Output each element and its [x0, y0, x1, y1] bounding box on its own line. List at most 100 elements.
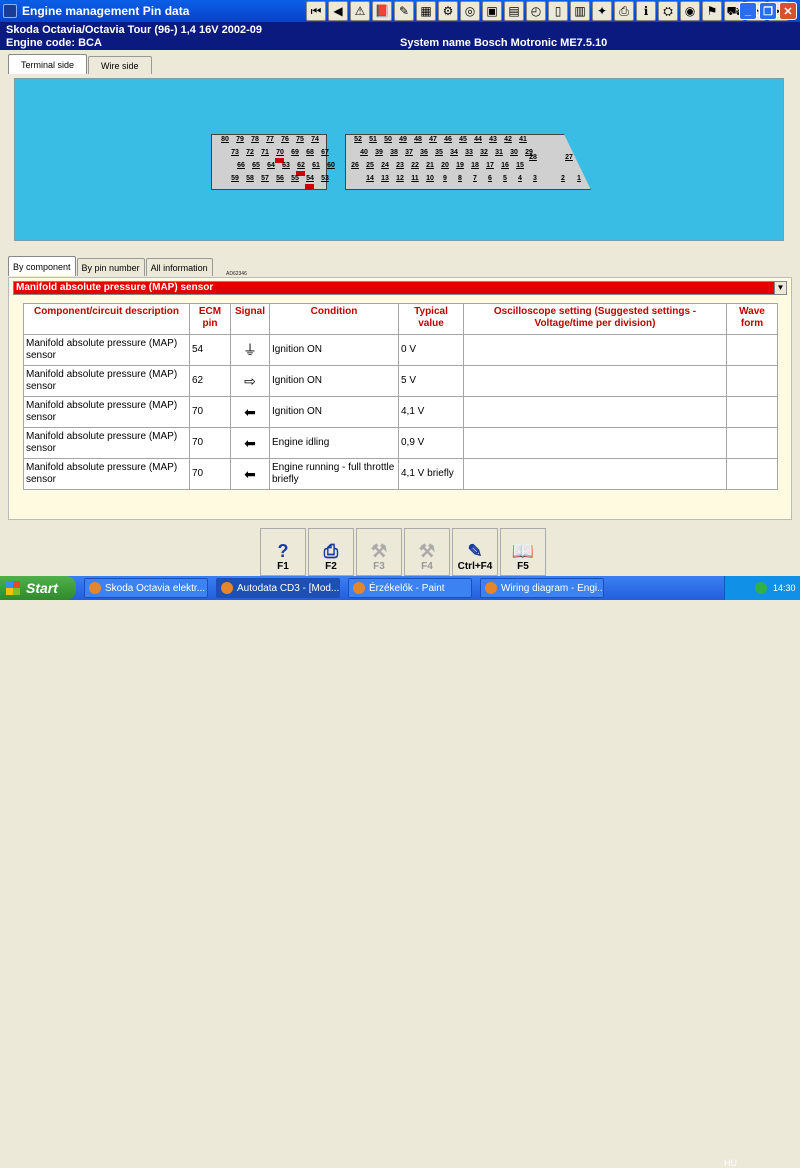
table-row[interactable]: Manifold absolute pressure (MAP) sensor 5…	[24, 335, 777, 365]
engine-icon[interactable]: ⛭	[658, 1, 678, 21]
tab-by-component[interactable]: By component	[8, 256, 76, 276]
view-tabs: Terminal side Wire side	[8, 54, 153, 74]
fkey-f1-button[interactable]: ? F1	[260, 528, 306, 576]
connector-pin: 80	[221, 136, 229, 143]
tab-terminal-side[interactable]: Terminal side	[8, 54, 88, 74]
tray-icon[interactable]	[755, 582, 767, 594]
component-selected-value: Manifold absolute pressure (MAP) sensor	[16, 282, 214, 293]
pen-icon[interactable]: ✎	[394, 1, 414, 21]
typical-value-cell: 0 V	[399, 335, 463, 365]
input-arrow-icon: ⬅	[244, 435, 256, 451]
fkey-f2-button[interactable]: ⎙ F2	[308, 528, 354, 576]
typical-value-cell: 0,9 V	[399, 428, 463, 458]
fkey-f3-button: ⚒ F3	[356, 528, 402, 576]
task-label: Érzékelők - Paint	[369, 582, 445, 594]
connector-pin: 62	[297, 162, 305, 169]
oscilloscope-cell	[464, 397, 726, 427]
taskbar-task-button[interactable]: Autodata CD3 - [Mod...	[216, 578, 340, 598]
signal-cell: ⇨	[231, 366, 269, 396]
tab-all-information[interactable]: All information	[145, 258, 213, 276]
component-dropdown[interactable]: Manifold absolute pressure (MAP) sensor …	[13, 281, 787, 295]
restore-button[interactable]: ❐	[759, 2, 777, 20]
connector-pin: 3	[533, 175, 537, 182]
waveform-cell	[727, 397, 777, 427]
print-icon[interactable]: ⎙	[614, 1, 634, 21]
tab-by-pin-number[interactable]: By pin number	[76, 258, 145, 276]
oscilloscope-cell	[464, 366, 726, 396]
connector-pin: 63	[282, 162, 290, 169]
toolbar: ⏮◀⚠📕✎▦⚙◎▣▤◴▯▥✦⎙ℹ⛭◉⚑⛟◔⚒	[306, 1, 788, 21]
chevron-down-icon[interactable]: ▼	[774, 282, 786, 294]
connector-pin: 18	[471, 162, 479, 169]
ecm-pin-cell: 70	[190, 428, 230, 458]
info-icon[interactable]: ℹ	[636, 1, 656, 21]
start-label: Start	[26, 580, 58, 596]
connector-pin: 44	[474, 136, 482, 143]
connector-pin: 26	[351, 162, 359, 169]
connector-pin: 12	[396, 175, 404, 182]
table-row[interactable]: Manifold absolute pressure (MAP) sensor 6…	[24, 366, 777, 396]
door-icon[interactable]: ▯	[548, 1, 568, 21]
title-bar: Engine management Pin data ⏮ ◀ ⚠ 📕 ✎ ▦ ⚙ ◎ ▣ ▤ ◴ ▯ ▥…	[0, 0, 800, 22]
language-indicator[interactable]: HU	[724, 1158, 737, 1168]
book-icon[interactable]: 📕	[372, 1, 392, 21]
connector-pin: 42	[504, 136, 512, 143]
connector-pin: 28	[529, 154, 537, 161]
map-icon[interactable]: ▦	[416, 1, 436, 21]
table-row[interactable]: Manifold absolute pressure (MAP) sensor 7…	[24, 397, 777, 427]
connector-pin: 70	[276, 149, 284, 156]
connector-pin: 6	[488, 175, 492, 182]
taskbar-task-button[interactable]: Wiring diagram - Engi...	[480, 578, 604, 598]
description-cell: Manifold absolute pressure (MAP) sensor	[24, 459, 189, 489]
vehicle-model: Skoda Octavia/Octavia Tour (96-) 1,4 16V…	[6, 24, 262, 36]
input-arrow-icon: ⬅	[244, 466, 256, 482]
connector-pin: 79	[236, 136, 244, 143]
connector-pin: 60	[327, 162, 335, 169]
waveform-cell	[727, 459, 777, 489]
connector-pin: 2	[561, 175, 565, 182]
system-name: System name Bosch Motronic ME7.5.10	[400, 37, 608, 49]
minimize-button[interactable]: _	[739, 2, 757, 20]
oscilloscope-cell	[464, 459, 726, 489]
chart-icon[interactable]: ▤	[504, 1, 524, 21]
camera-icon[interactable]: ▣	[482, 1, 502, 21]
folder-icon[interactable]: ▥	[570, 1, 590, 21]
connector-pin: 34	[450, 149, 458, 156]
connector-pin: 51	[369, 136, 377, 143]
taskbar-task-button[interactable]: Érzékelők - Paint	[348, 578, 472, 598]
fkey-f5-button[interactable]: 📖 F5	[500, 528, 546, 576]
description-cell: Manifold absolute pressure (MAP) sensor	[24, 397, 189, 427]
condition-cell: Ignition ON	[270, 366, 398, 396]
connector-pin: 49	[399, 136, 407, 143]
timing-icon[interactable]: ◴	[526, 1, 546, 21]
task-label: Autodata CD3 - [Mod...	[237, 582, 340, 594]
warning-icon[interactable]: ⚠	[350, 1, 370, 21]
close-button[interactable]: ✕	[779, 2, 797, 20]
tab-wire-side[interactable]: Wire side	[88, 56, 152, 74]
bulb-icon[interactable]: ✦	[592, 1, 612, 21]
connector-pin: 45	[459, 136, 467, 143]
table-row[interactable]: Manifold absolute pressure (MAP) sensor 7…	[24, 459, 777, 489]
tool-icon[interactable]: ⚙	[438, 1, 458, 21]
start-button[interactable]: Start	[0, 576, 76, 600]
disc-icon[interactable]: ◎	[460, 1, 480, 21]
connector-pin: 9	[443, 175, 447, 182]
first-icon[interactable]: ⏮	[306, 1, 326, 21]
connector-pin: 40	[360, 149, 368, 156]
connector-pin: 46	[444, 136, 452, 143]
table-row[interactable]: Manifold absolute pressure (MAP) sensor 7…	[24, 428, 777, 458]
app-icon	[353, 582, 365, 594]
clock: 14:30	[773, 583, 796, 593]
engine-code: Engine code: BCA	[6, 37, 102, 49]
connector-pin: 55	[291, 175, 299, 182]
flag-icon[interactable]: ⚑	[702, 1, 722, 21]
wheel-icon[interactable]: ◉	[680, 1, 700, 21]
fkey-ctrl-f4-button[interactable]: ✎ Ctrl+F4	[452, 528, 498, 576]
connector-pin: 61	[312, 162, 320, 169]
description-cell: Manifold absolute pressure (MAP) sensor	[24, 335, 189, 365]
prev-icon[interactable]: ◀	[328, 1, 348, 21]
connector-pin: 53	[321, 175, 329, 182]
pin-data-table: Component/circuit description ECM pin Sign…	[23, 303, 778, 490]
tools-icon: ⚒	[418, 541, 436, 561]
taskbar-task-button[interactable]: Skoda Octavia elektr...	[84, 578, 208, 598]
